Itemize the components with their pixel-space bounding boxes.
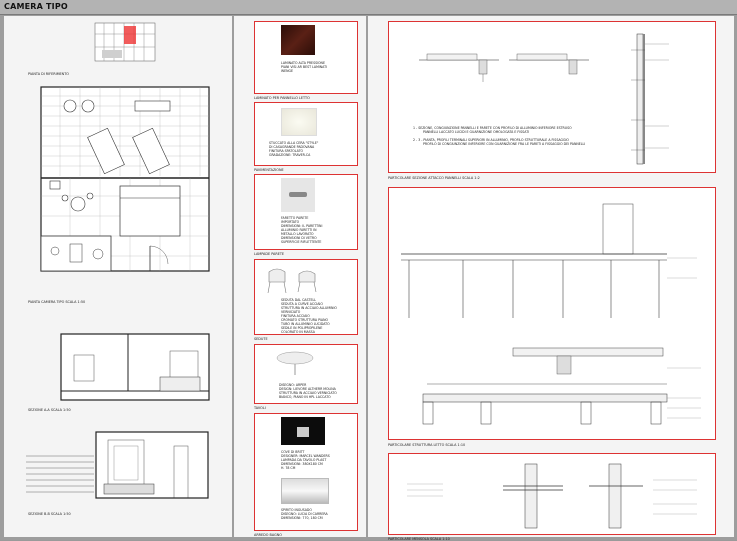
- detail-note: PANNELLI LACCATO LUCIDI E GUARNIZIONE OM…: [423, 130, 530, 134]
- material-section-label: ARREDO BAGNO: [254, 533, 282, 537]
- material-card-chair: SEDUTA DAL CASTELL SEDUTA A CURVE ACCIAI…: [254, 259, 358, 335]
- detail-label: PARTICOLARE SEZIONE ATTACCO PANNELLI SCA…: [388, 176, 480, 180]
- panel-joint-drawing-2: [509, 53, 589, 75]
- left-panel: PIANTA DI RIFERIMENTO PIANTA CAMERA TIPO…: [4, 16, 232, 537]
- stucco-swatch: [281, 108, 317, 136]
- material-caption: SPIRITO INGUSADO DISEGNO: LUCIA DI CARRE…: [281, 508, 328, 520]
- material-section-label: PAVIMENTAZIONE: [254, 168, 284, 172]
- detail-label: PARTICOLARE MENSOLA SCALA 1:10: [388, 537, 450, 541]
- bed-structure-drawing: [401, 203, 701, 425]
- detail-shelf: [388, 453, 716, 535]
- shelf-image: [281, 478, 329, 504]
- sheet-title: CAMERA TIPO: [4, 2, 68, 11]
- section-bb: [26, 431, 209, 499]
- section-bb-label: SEZIONE B-B SCALA 1:50: [28, 512, 71, 516]
- plan-label: PIANTA CAMERA TIPO SCALA 1:50: [28, 300, 86, 304]
- materials-panel: LAMINATO ALTA PRESSIONE PIANI VISI AR BE…: [234, 16, 366, 537]
- material-card-table: DISEGNO: ARPER DESIGN: LIEVORE ALTHERR M…: [254, 344, 358, 404]
- material-caption: SEDUTA DAL CASTELL SEDUTA A CURVE ACCIAI…: [281, 298, 337, 334]
- key-plan: [94, 22, 156, 62]
- table-image: [276, 351, 314, 375]
- lamp-image: [281, 178, 315, 212]
- shelf-detail-drawing: [407, 463, 697, 529]
- material-card-stucco: STUCCATO ALLA CERA "STYLE" DI CASAGRANDE…: [254, 102, 358, 166]
- section-aa: [60, 333, 210, 401]
- material-caption: STUCCATO ALLA CERA "STYLE" DI CASAGRANDE…: [269, 141, 319, 157]
- title-bar: CAMERA TIPO: [0, 0, 737, 15]
- material-card-wenge: LAMINATO ALTA PRESSIONE PIANI VISI AR BE…: [254, 21, 358, 94]
- drawing-sheet: CAMERA TIPO PIANTA DI RIFERIMENTO PIANTA…: [0, 0, 737, 541]
- detail-bed-structure: [388, 187, 716, 440]
- material-caption: FARETTO PARETE IMPORTATO DIMENSIONI: IL …: [281, 216, 323, 244]
- material-section-label: SEDUTE: [254, 337, 268, 341]
- material-card-lamp: FARETTO PARETE IMPORTATO DIMENSIONI: IL …: [254, 174, 358, 250]
- wenge-swatch: [281, 25, 315, 55]
- detail-panel-connections: 1 - SEZIONE, CONGIUNZIONE PANNELLI E PAR…: [388, 21, 716, 173]
- room-plan: [40, 86, 210, 272]
- material-caption: DISEGNO: ARPER DESIGN: LIEVORE ALTHERR M…: [279, 383, 337, 399]
- material-card-bathroom: COVE DI BRITT DESIGNER: MARCEL WANDERS L…: [254, 413, 358, 531]
- material-caption: LAMINATO ALTA PRESSIONE PIANI VISI AR BE…: [281, 61, 327, 73]
- material-section-label: LAMINATO PER PANNELLO LETTO: [254, 96, 310, 100]
- basin-image: [281, 417, 325, 445]
- detail-note: PROFILO DI CONGIUNZIONE INFERIORE CON GU…: [423, 142, 586, 146]
- material-caption: COVE DI BRITT DESIGNER: MARCEL WANDERS L…: [281, 450, 330, 470]
- keyplan-label: PIANTA DI RIFERIMENTO: [28, 72, 69, 76]
- details-panel: 1 - SEZIONE, CONGIUNZIONE PANNELLI E PAR…: [368, 16, 734, 541]
- panel-wall-section: [631, 33, 669, 165]
- detail-label: PARTICOLARE STRUTTURA LETTO SCALA 1:10: [388, 443, 466, 447]
- material-section-label: LAMPADE PARETE: [254, 252, 285, 256]
- material-section-label: TAVOLI: [254, 406, 266, 410]
- panel-joint-drawing-1: [419, 53, 499, 82]
- chair-image: [267, 268, 317, 294]
- section-aa-label: SEZIONE A-A SCALA 1:50: [28, 408, 71, 412]
